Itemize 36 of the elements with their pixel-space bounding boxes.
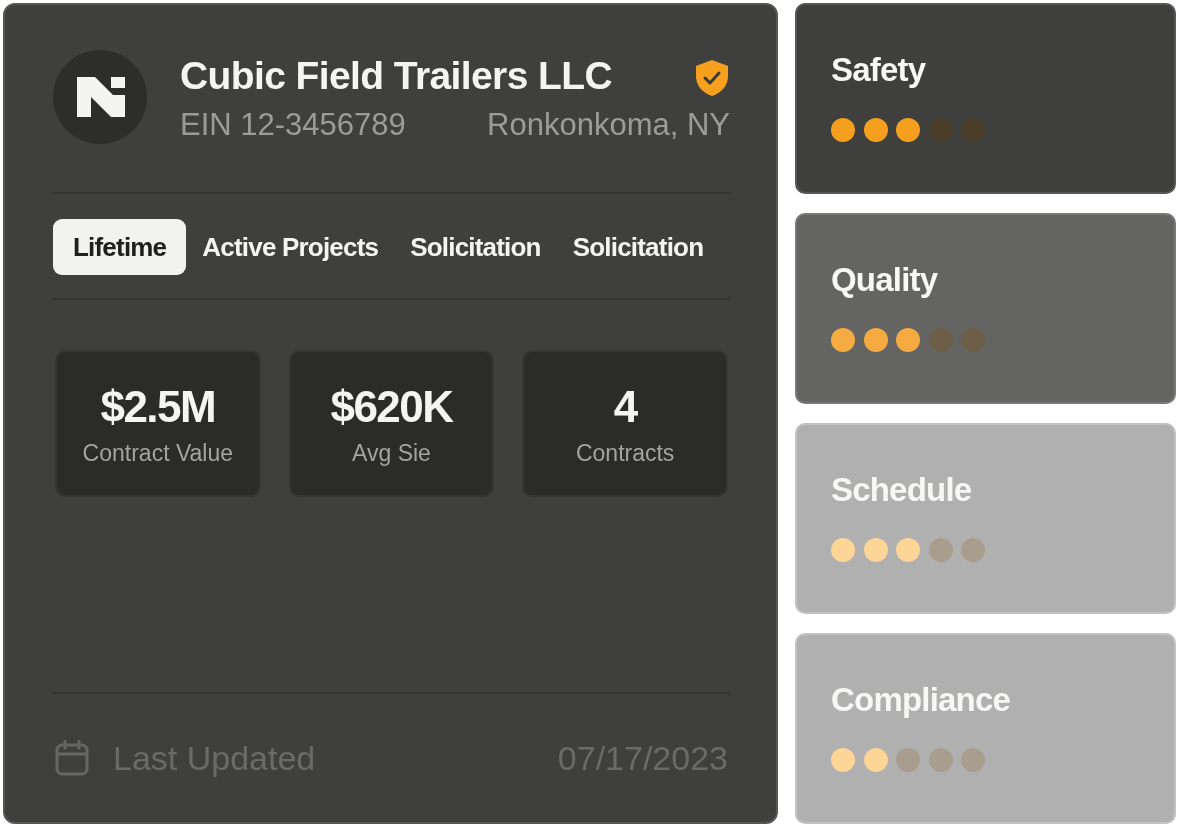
rating-dot-icon bbox=[896, 118, 920, 142]
rating-dot-icon bbox=[961, 538, 985, 562]
score-title: Schedule bbox=[831, 470, 972, 510]
rating-dot-icon bbox=[863, 118, 888, 142]
rating-dot-icon bbox=[896, 538, 920, 562]
company-location: Ronkonkoma, NY bbox=[487, 107, 730, 143]
tab[interactable]: Solicitation bbox=[394, 219, 557, 275]
rating-dot-icon bbox=[961, 328, 985, 352]
company-name: Cubic Field Trailers LLC bbox=[180, 53, 613, 99]
rating-dot-icon bbox=[896, 748, 920, 772]
rating-dot-icon bbox=[928, 538, 953, 562]
tab[interactable]: Active Projects bbox=[186, 219, 395, 275]
stat-label: Contracts bbox=[575, 438, 675, 468]
rating-dot-icon bbox=[831, 328, 855, 352]
stat-label: Avg Sie bbox=[352, 438, 431, 468]
stat-value: 4 bbox=[613, 380, 637, 433]
rating-dot-icon bbox=[961, 748, 985, 772]
rating-dot-icon bbox=[831, 538, 855, 562]
rating-dot-icon bbox=[831, 118, 855, 142]
stat-value: $620K bbox=[330, 380, 453, 433]
tab[interactable]: Solicitation bbox=[556, 219, 720, 275]
calendar-icon bbox=[55, 740, 89, 776]
rating-dot-icon bbox=[928, 328, 953, 352]
rating-dot-icon bbox=[863, 538, 888, 562]
rating-dot-icon bbox=[863, 748, 888, 772]
score-title: Compliance bbox=[831, 680, 1011, 720]
rating-dot-icon bbox=[831, 748, 855, 772]
rating-dot-icon bbox=[896, 328, 920, 352]
stat-value: $2.5M bbox=[100, 380, 216, 433]
ein-number: EIN 12-3456789 bbox=[180, 107, 406, 143]
stat-label: Contract Value bbox=[82, 438, 234, 468]
rating-dot-icon bbox=[928, 748, 953, 772]
tab[interactable]: Lifetime bbox=[53, 219, 187, 275]
score-title: Safety bbox=[831, 50, 926, 90]
score-title: Quality bbox=[831, 260, 938, 300]
rating-dot-icon bbox=[863, 328, 888, 352]
